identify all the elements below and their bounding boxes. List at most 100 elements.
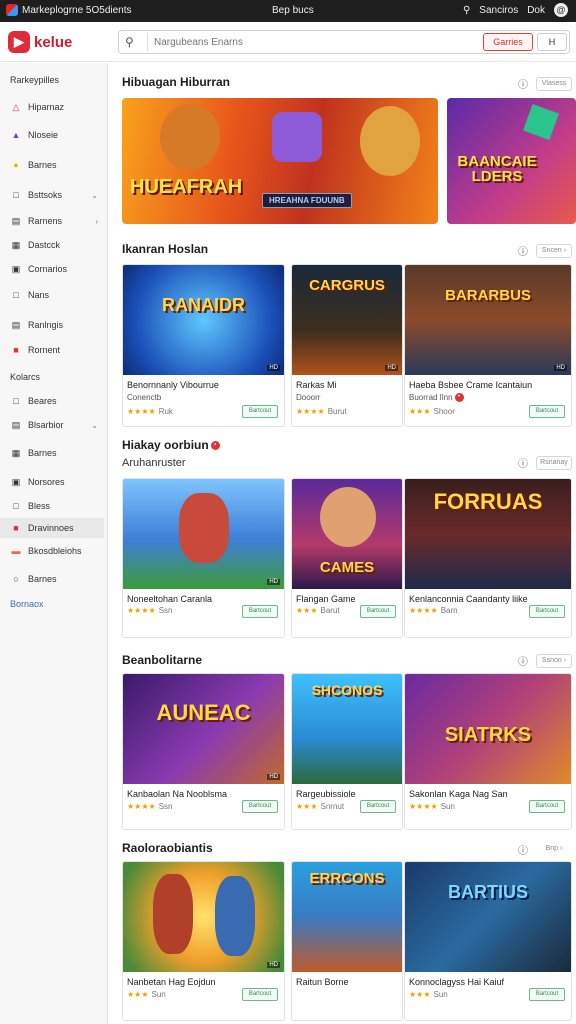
get-button[interactable]: Bartcout (242, 405, 278, 418)
game-card[interactable]: SHCONOS Rargeubissiole ★★★ Snrnut Bartcou… (291, 673, 403, 830)
sidebar-item-10[interactable]: ■ Rornent (0, 340, 104, 360)
sidebar-item-16[interactable]: ■ Dravinnoes (0, 518, 104, 538)
view-all-label: Ssnon (541, 656, 562, 664)
sidebar-item-label: Nans (28, 290, 50, 300)
game-card[interactable]: FORRUAS Kenlanconnia Caandanty liike ★★★… (404, 478, 572, 638)
game-card[interactable]: BARARBUS HD Haeba Bsbee Crame Icantaiun … (404, 264, 572, 427)
info-icon[interactable]: ⓘ (518, 842, 528, 857)
sidebar-item-15[interactable]: □ Bless (0, 496, 104, 516)
info-icon[interactable]: ⓘ (518, 76, 528, 91)
list-icon: ▤ (11, 419, 21, 430)
star-rating: ★★★★ Burut (296, 407, 347, 416)
view-all-button[interactable]: Rsnanay (536, 455, 572, 470)
game-name: Haeba Bsbee Crame Icantaiun (409, 380, 533, 390)
sidebar-item-label: Rarnens (28, 216, 63, 226)
stars: ★★★★ (127, 606, 156, 615)
sidebar-item-17[interactable]: ▬ Bkosdbleiohs (0, 541, 104, 561)
game-card[interactable]: HD Noneeltohan Caranla ★★★★ Ssn Bartcout (122, 478, 285, 638)
sidebar-item-11[interactable]: □ Beares (0, 391, 104, 411)
game-name: Nanbetan Hag Eojdun (127, 977, 216, 987)
chevron-icon[interactable]: › (95, 217, 98, 226)
section-controls: ⓘ Sncen › (518, 243, 572, 258)
sidebar-item-8[interactable]: □ Nans (0, 285, 104, 305)
featured-controls: ⓘ Vlasess (518, 76, 572, 91)
chevron-down-icon[interactable]: ⌄ (91, 421, 98, 430)
stars: ★★★★ (127, 802, 156, 811)
sidebar-item-13[interactable]: ▦ Barnes (0, 443, 104, 463)
get-button[interactable]: Bartcout (242, 988, 278, 1001)
game-thumbnail: HD (123, 479, 284, 589)
featured-banner-main[interactable]: HUEAFRAH HREAHNA FDUUNB (122, 98, 438, 224)
game-card[interactable]: SIATRKS Sakonlan Kaga Nag San ★★★★ Sun Ba… (404, 673, 572, 830)
view-all-label: Sncen (541, 246, 562, 254)
chevron-down-icon[interactable]: ⌄ (91, 191, 98, 200)
filter-button[interactable]: H (537, 33, 567, 51)
thumbnail-title: SHCONOS (311, 682, 383, 698)
get-button[interactable]: Bartcout (242, 800, 278, 813)
view-all-button[interactable]: Ssnon › (536, 653, 572, 668)
get-button[interactable]: Bartcout (360, 800, 396, 813)
sidebar-footer-link[interactable]: Bornaox (10, 599, 44, 609)
view-all-button[interactable]: Bnp › (536, 843, 572, 857)
banner-title: BAANCAIE LDERS (457, 153, 537, 185)
rating-meta: Barut (320, 606, 340, 615)
sidebar-item-label: Dastcck (28, 240, 61, 250)
game-name: Kanbaolan Na Nooblsma (127, 789, 228, 799)
get-button[interactable]: Bartcout (360, 605, 396, 618)
section-subtitle: Aruhanruster (122, 457, 186, 469)
game-name: Flangan Game (296, 594, 356, 604)
sidebar-item-12[interactable]: ▤ Blsarbior ⌄ (0, 415, 104, 435)
game-card[interactable]: CAMES Flangan Game ★★★ Barut Bartcout (291, 478, 403, 638)
featured-banner-secondary[interactable]: BAANCAIE LDERS (447, 98, 576, 224)
rating-meta: Sun (440, 802, 455, 811)
get-button[interactable]: Bartcout (529, 988, 565, 1001)
sidebar-item-4[interactable]: □ Bsttsoks ⌄ (0, 185, 104, 205)
sidebar-item-18[interactable]: ○ Barnes (0, 569, 104, 589)
star-rating: ★★★★ Barn (409, 606, 458, 615)
sidebar-item-7[interactable]: ▣ Cornarios (0, 259, 104, 279)
game-thumbnail: CARGRUS HD (292, 265, 402, 375)
sidebar-item-2[interactable]: ▲ Nloseie (0, 125, 104, 145)
game-card[interactable]: CARGRUS HD Rarkas Mi Dooorr ★★★★ Burut (291, 264, 403, 427)
sidebar-item-9[interactable]: ▤ Ranlngis (0, 315, 104, 335)
sidebar-item-1[interactable]: △ Hiparnaz (0, 97, 104, 117)
info-icon[interactable]: ⓘ (518, 243, 528, 258)
sidebar-item-5[interactable]: ▤ Rarnens › (0, 211, 104, 231)
view-all-button[interactable]: Vlasess (536, 76, 572, 91)
rating-meta: Ssn (158, 606, 173, 615)
game-card[interactable]: AUNEAC HD Kanbaolan Na Nooblsma ★★★★ Ssn … (122, 673, 285, 830)
sidebar-item-14[interactable]: ▣ Norsores (0, 472, 104, 492)
brand-logo[interactable]: ▶ kelue (8, 31, 72, 53)
game-name: Noneeltohan Caranla (127, 594, 213, 604)
game-card[interactable]: ERRCONS Raitun Borne (291, 861, 403, 1021)
get-button[interactable]: Bartcout (529, 405, 565, 418)
stars: ★★★ (127, 990, 149, 999)
get-button[interactable]: Bartcout (242, 605, 278, 618)
character-image (153, 874, 193, 954)
triangle-icon: ▲ (11, 130, 21, 140)
get-button[interactable]: Bartcout (529, 605, 565, 618)
folder-icon: □ (13, 190, 19, 200)
rating-meta: Shoor (433, 407, 455, 416)
search-icon[interactable]: ⚲ (125, 35, 134, 49)
info-icon[interactable]: ⓘ (518, 653, 528, 668)
avatar[interactable]: @ (554, 3, 568, 17)
star-rating: ★★★ Shoor (409, 407, 455, 416)
search-icon[interactable]: ⚲ (463, 5, 470, 16)
view-all-button[interactable]: Sncen › (536, 243, 572, 258)
titlebar-link-2[interactable]: Dok (527, 5, 545, 16)
info-icon[interactable]: ⓘ (518, 455, 528, 470)
sidebar-item-3[interactable]: ● Barnes (0, 155, 104, 175)
games-filter-button[interactable]: Garries (483, 33, 533, 51)
get-button[interactable]: Bartcout (529, 800, 565, 813)
window-center-title: Bep bucs (272, 5, 314, 16)
sidebar-item-6[interactable]: ▦ Dastcck (0, 235, 104, 255)
game-card[interactable]: BARTIUS Konnoclagyss Hai Kaiuf ★★★ Sun Ba… (404, 861, 572, 1021)
game-card[interactable]: RANAIDR HD Benornnanly Vibourrue Conenct… (122, 264, 285, 427)
game-subtitle: Conenctb (127, 393, 162, 402)
titlebar-link-1[interactable]: Sanciros (479, 5, 518, 16)
game-card[interactable]: HD Nanbetan Hag Eojdun ★★★ Sun Bartcout (122, 861, 285, 1021)
flag-icon: ■ (13, 345, 19, 355)
thumbnail-title: SIATRKS (444, 724, 532, 746)
search-input[interactable] (147, 33, 477, 51)
